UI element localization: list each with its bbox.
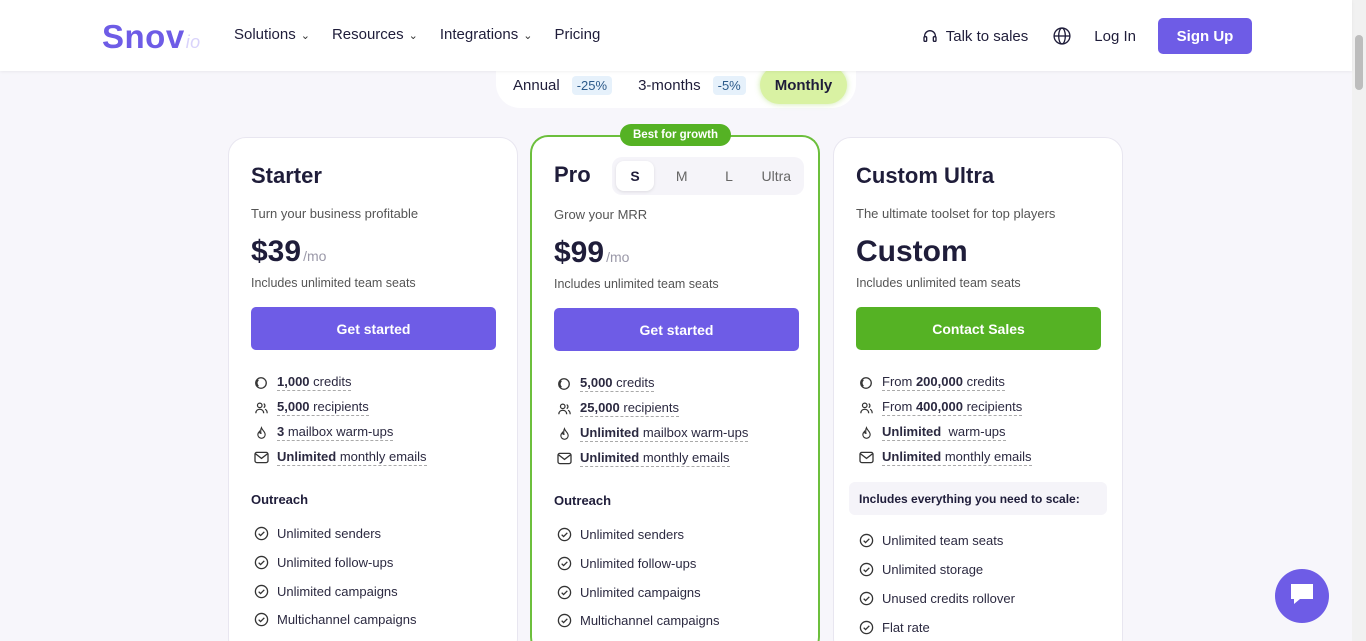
check-item: Unlimited campaigns bbox=[253, 583, 398, 599]
nav-integrations[interactable]: Integrations ⌄ bbox=[440, 26, 533, 43]
check-circle-icon bbox=[556, 584, 572, 600]
talk-to-sales-link[interactable]: Talk to sales bbox=[922, 28, 1028, 45]
flame-icon bbox=[253, 425, 269, 441]
flame-icon bbox=[556, 426, 572, 442]
check-item: Multichannel campaigns bbox=[253, 611, 416, 627]
headset-icon bbox=[922, 28, 938, 44]
check-circle-icon bbox=[253, 611, 269, 627]
best-for-growth-badge: Best for growth bbox=[620, 124, 731, 146]
credits-icon bbox=[858, 375, 874, 391]
section-heading: Includes everything you need to scale: bbox=[849, 482, 1107, 515]
check-item: Unlimited team seats bbox=[858, 532, 1003, 548]
billing-monthly[interactable]: Monthly bbox=[759, 66, 848, 104]
check-item: Multichannel campaigns bbox=[556, 612, 719, 628]
plan-card-starter: Starter Turn your business profitable $3… bbox=[228, 137, 518, 641]
feature-credits: 1,000 credits bbox=[253, 374, 352, 391]
check-circle-icon bbox=[858, 561, 874, 577]
check-circle-icon bbox=[858, 590, 874, 606]
plan-title: Custom Ultra bbox=[856, 163, 995, 188]
size-option-s[interactable]: S bbox=[616, 161, 654, 191]
scrollbar-thumb[interactable] bbox=[1355, 35, 1363, 90]
feature-recipients: 5,000 recipients bbox=[253, 399, 369, 416]
nav-pricing[interactable]: Pricing bbox=[554, 26, 600, 43]
check-item: Unlimited follow-ups bbox=[556, 555, 696, 571]
billing-3-months[interactable]: 3-months -5% bbox=[638, 75, 746, 95]
discount-badge: -5% bbox=[712, 75, 746, 95]
plan-price: $99/mo bbox=[554, 236, 630, 269]
feature-credits: From 200,000 credits bbox=[858, 374, 1005, 391]
plan-subtitle: Grow your MRR bbox=[554, 207, 648, 222]
plan-card-pro: Pro S M L Ultra Grow your MRR $99/mo Inc… bbox=[530, 135, 820, 641]
plan-subtitle: The ultimate toolset for top players bbox=[856, 206, 1056, 221]
plan-price: Custom bbox=[856, 235, 968, 268]
size-option-l[interactable]: L bbox=[705, 168, 752, 184]
mail-icon bbox=[858, 450, 874, 466]
check-circle-icon bbox=[556, 555, 572, 571]
feature-warmups: 3 mailbox warm-ups bbox=[253, 424, 394, 441]
plan-card-custom-ultra: Custom Ultra The ultimate toolset for to… bbox=[833, 137, 1123, 641]
feature-warmups: Unlimited warm-ups bbox=[858, 424, 1006, 441]
get-started-button[interactable]: Get started bbox=[251, 307, 496, 350]
nav-resources[interactable]: Resources ⌄ bbox=[332, 26, 418, 43]
login-link[interactable]: Log In bbox=[1094, 28, 1136, 45]
check-item: Unlimited follow-ups bbox=[253, 554, 393, 570]
feature-recipients: 25,000 recipients bbox=[556, 400, 680, 417]
feature-emails: Unlimited monthly emails bbox=[858, 449, 1032, 466]
check-circle-icon bbox=[253, 525, 269, 541]
chat-icon bbox=[1288, 581, 1316, 612]
credits-icon bbox=[253, 375, 269, 391]
check-circle-icon bbox=[556, 526, 572, 542]
scrollbar[interactable] bbox=[1352, 0, 1366, 641]
get-started-button[interactable]: Get started bbox=[554, 308, 799, 351]
feature-recipients: From 400,000 recipients bbox=[858, 399, 1023, 416]
plan-subtitle: Turn your business profitable bbox=[251, 206, 419, 221]
plan-size-selector: S M L Ultra bbox=[612, 157, 804, 195]
chevron-down-icon: ⌄ bbox=[300, 30, 310, 42]
plan-title: Pro bbox=[554, 162, 591, 187]
mail-icon bbox=[253, 450, 269, 466]
plan-title: Starter bbox=[251, 163, 322, 188]
main-nav: Solutions ⌄ Resources ⌄ Integrations ⌄ Pric… bbox=[234, 26, 600, 43]
check-item: Flat rate bbox=[858, 619, 930, 635]
billing-annual[interactable]: Annual -25% bbox=[513, 75, 613, 95]
chat-button[interactable] bbox=[1275, 569, 1329, 623]
chevron-down-icon: ⌄ bbox=[408, 30, 418, 42]
size-option-ultra[interactable]: Ultra bbox=[753, 168, 800, 184]
feature-credits: 5,000 credits bbox=[556, 375, 655, 392]
feature-emails: Unlimited monthly emails bbox=[556, 450, 730, 467]
feature-emails: Unlimited monthly emails bbox=[253, 449, 427, 466]
section-heading: Outreach bbox=[251, 492, 309, 507]
plan-seats: Includes unlimited team seats bbox=[856, 276, 1021, 290]
check-item: Unlimited storage bbox=[858, 561, 983, 577]
users-icon bbox=[556, 401, 572, 417]
signup-button[interactable]: Sign Up bbox=[1158, 18, 1252, 54]
plan-seats: Includes unlimited team seats bbox=[251, 276, 416, 290]
chevron-down-icon: ⌄ bbox=[523, 30, 533, 42]
check-item: Unlimited senders bbox=[253, 525, 381, 541]
section-heading: Outreach bbox=[554, 493, 612, 508]
flame-icon bbox=[858, 425, 874, 441]
check-item: Unused credits rollover bbox=[858, 590, 1015, 606]
feature-warmups: Unlimited mailbox warm-ups bbox=[556, 425, 749, 442]
size-option-m[interactable]: M bbox=[658, 168, 705, 184]
users-icon bbox=[253, 400, 269, 416]
check-item: Unlimited senders bbox=[556, 526, 684, 542]
contact-sales-button[interactable]: Contact Sales bbox=[856, 307, 1101, 350]
check-circle-icon bbox=[253, 583, 269, 599]
globe-icon[interactable] bbox=[1052, 26, 1072, 46]
discount-badge: -25% bbox=[571, 75, 613, 95]
credits-icon bbox=[556, 376, 572, 392]
check-circle-icon bbox=[556, 612, 572, 628]
check-circle-icon bbox=[253, 554, 269, 570]
users-icon bbox=[858, 400, 874, 416]
logo[interactable]: Snovio bbox=[102, 18, 201, 56]
nav-solutions[interactable]: Solutions ⌄ bbox=[234, 26, 310, 43]
plan-seats: Includes unlimited team seats bbox=[554, 277, 719, 291]
plan-price: $39/mo bbox=[251, 235, 327, 268]
mail-icon bbox=[556, 451, 572, 467]
check-circle-icon bbox=[858, 532, 874, 548]
site-header: Snovio Solutions ⌄ Resources ⌄ Integration… bbox=[0, 0, 1352, 71]
check-circle-icon bbox=[858, 619, 874, 635]
check-item: Unlimited campaigns bbox=[556, 584, 701, 600]
